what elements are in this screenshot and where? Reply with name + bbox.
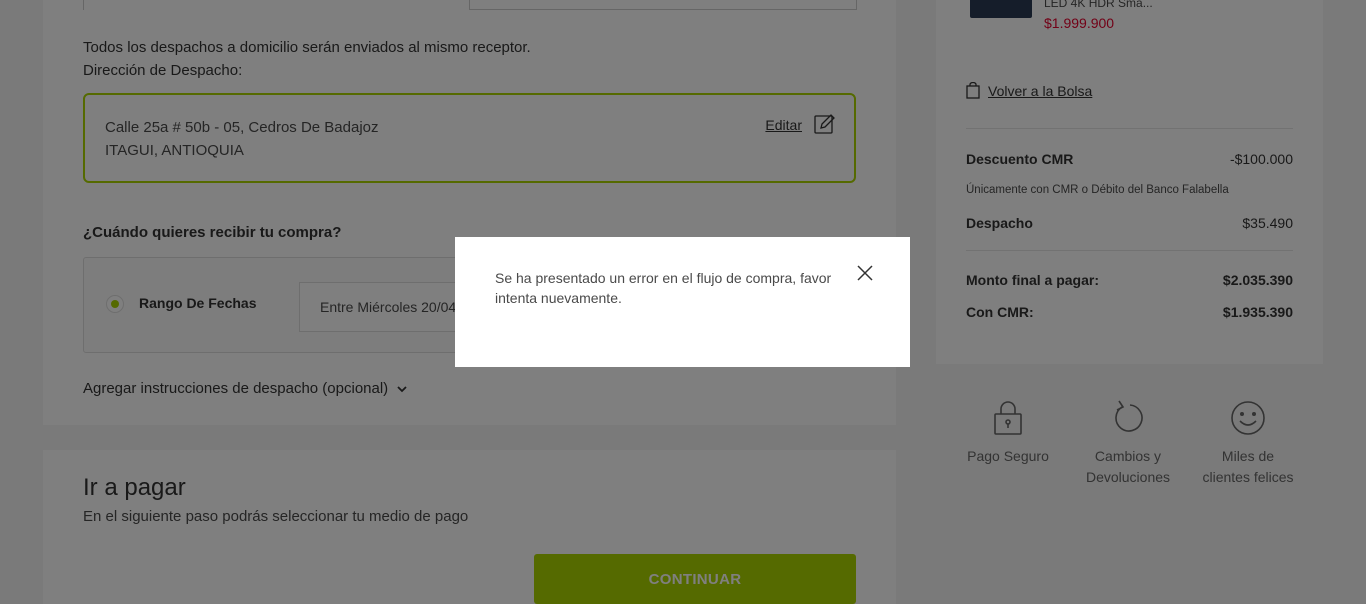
error-modal: Se ha presentado un error en el flujo de… — [455, 237, 910, 367]
close-icon[interactable] — [855, 263, 875, 283]
checkout-page: Todos los despachos a domicilio serán en… — [0, 0, 1366, 604]
error-message: Se ha presentado un error en el flujo de… — [495, 270, 832, 306]
